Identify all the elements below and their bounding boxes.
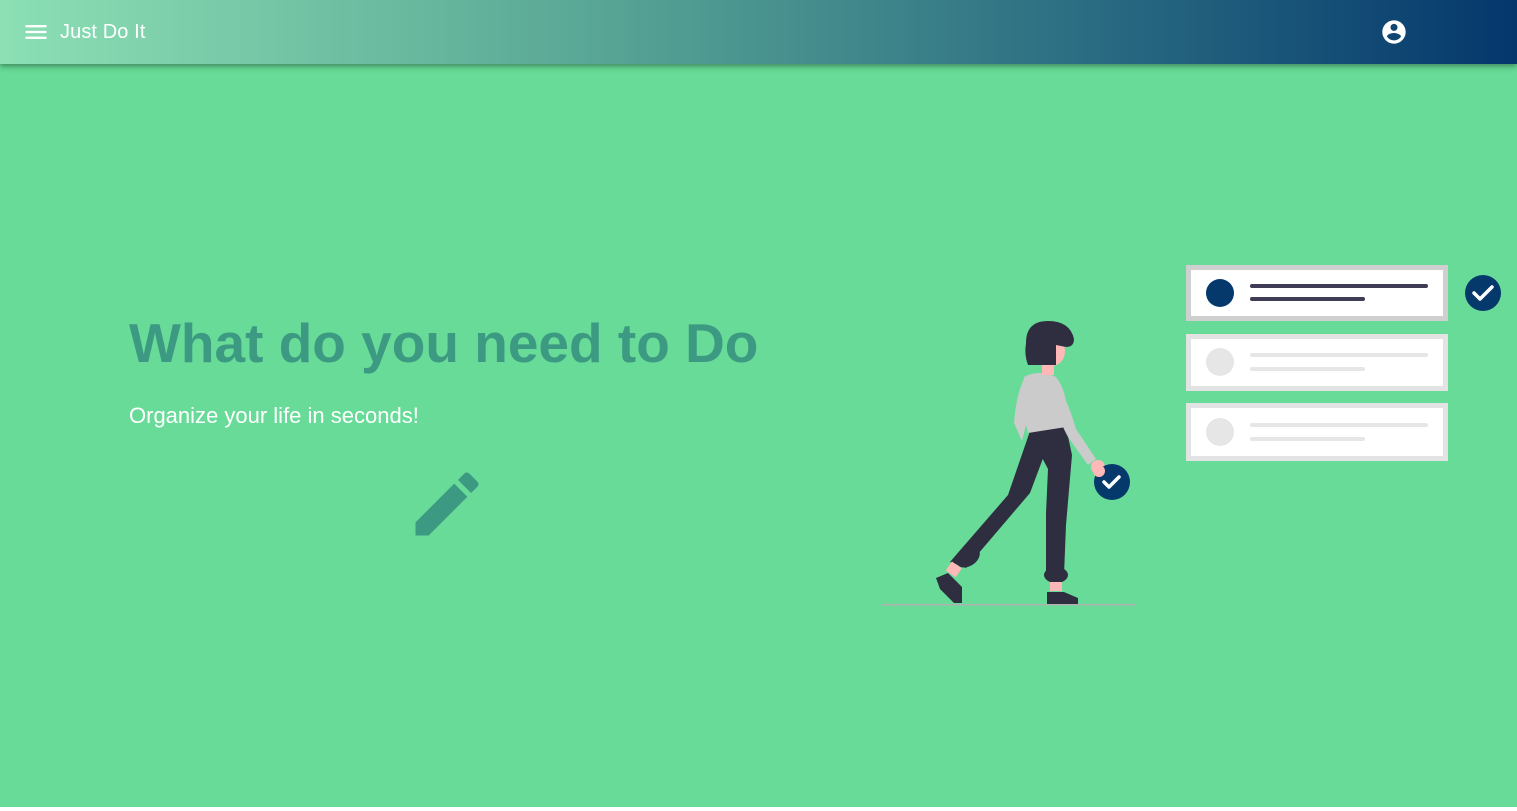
hero-title: What do you need to Do	[129, 312, 759, 374]
menu-icon	[25, 25, 47, 39]
app-bar: Just Do It	[0, 0, 1517, 64]
checklist-card-pending	[1186, 334, 1448, 391]
check-icon	[1465, 275, 1501, 311]
hero-subtitle: Organize your life in seconds!	[129, 403, 419, 428]
account-circle-icon	[1382, 20, 1406, 44]
account-button[interactable]	[1380, 18, 1408, 46]
checklist-card-pending	[1186, 403, 1448, 461]
checklist-card-done	[1186, 265, 1448, 321]
bottom-edge	[0, 807, 1517, 811]
pencil-icon	[415, 472, 479, 536]
app-title: Just Do It	[60, 21, 146, 43]
create-task-button[interactable]	[405, 462, 489, 546]
woman-figure	[936, 321, 1105, 604]
menu-button[interactable]	[22, 18, 50, 46]
ground-line	[882, 604, 1136, 606]
checklist-illustration	[882, 265, 1501, 606]
